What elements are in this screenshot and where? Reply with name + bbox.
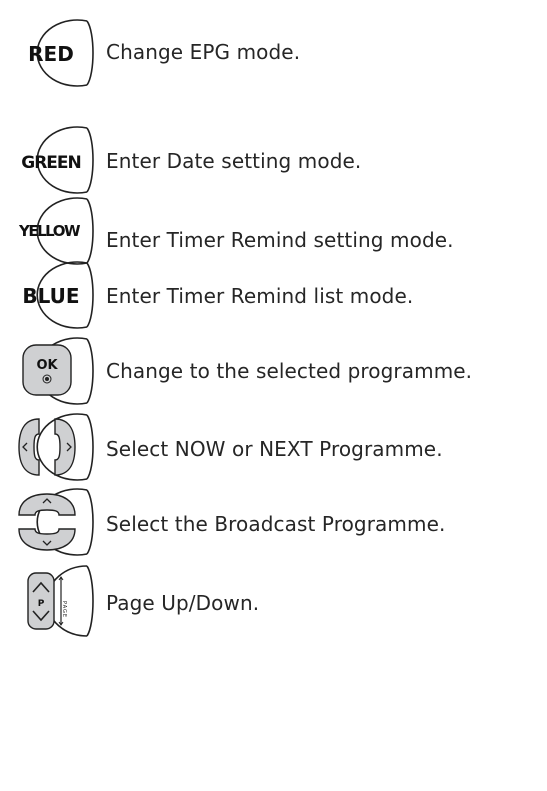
row-ok-button: OK Change to the selected programme.	[0, 334, 547, 405]
blue-button-description: Enter Timer Remind list mode.	[106, 284, 414, 308]
row-blue-button: BLUE Enter Timer Remind list mode.	[0, 258, 547, 329]
red-button-description: Change EPG mode.	[106, 40, 301, 64]
green-button-label: GREEN	[21, 153, 81, 173]
page-button-label: P	[38, 599, 45, 609]
green-button-icon: GREEN	[1, 123, 97, 194]
blue-button-icon: BLUE	[1, 258, 97, 329]
row-green-button: GREEN Enter Date setting mode.	[0, 123, 547, 194]
green-button-description: Enter Date setting mode.	[106, 149, 362, 173]
row-page-button: P PAGE Page Up/Down.	[0, 561, 547, 637]
left-right-buttons-description: Select NOW or NEXT Programme.	[106, 437, 443, 461]
red-button-icon: RED	[1, 16, 97, 87]
row-up-down-buttons: Select the Broadcast Programme.	[0, 485, 547, 556]
left-right-arrow-buttons-icon	[1, 410, 97, 481]
up-down-buttons-description: Select the Broadcast Programme.	[106, 512, 446, 536]
page-button-description: Page Up/Down.	[106, 591, 260, 615]
ok-button-icon: OK	[1, 334, 97, 405]
page-button-icon: P PAGE	[1, 561, 97, 637]
row-yellow-button: YELLOW Enter Timer Remind setting mode.	[0, 194, 547, 265]
yellow-button-label: YELLOW	[18, 222, 81, 240]
red-button-label: RED	[28, 42, 74, 66]
up-down-arrow-buttons-icon	[1, 485, 97, 556]
yellow-button-description: Enter Timer Remind setting mode.	[106, 228, 454, 252]
yellow-button-icon: YELLOW	[1, 194, 97, 265]
page-side-label: PAGE	[61, 601, 67, 618]
blue-button-label: BLUE	[22, 284, 79, 308]
ok-button-description: Change to the selected programme.	[106, 359, 473, 383]
ok-button-label: OK	[36, 358, 58, 373]
row-red-button: RED Change EPG mode.	[0, 16, 547, 87]
row-left-right-buttons: Select NOW or NEXT Programme.	[0, 410, 547, 481]
